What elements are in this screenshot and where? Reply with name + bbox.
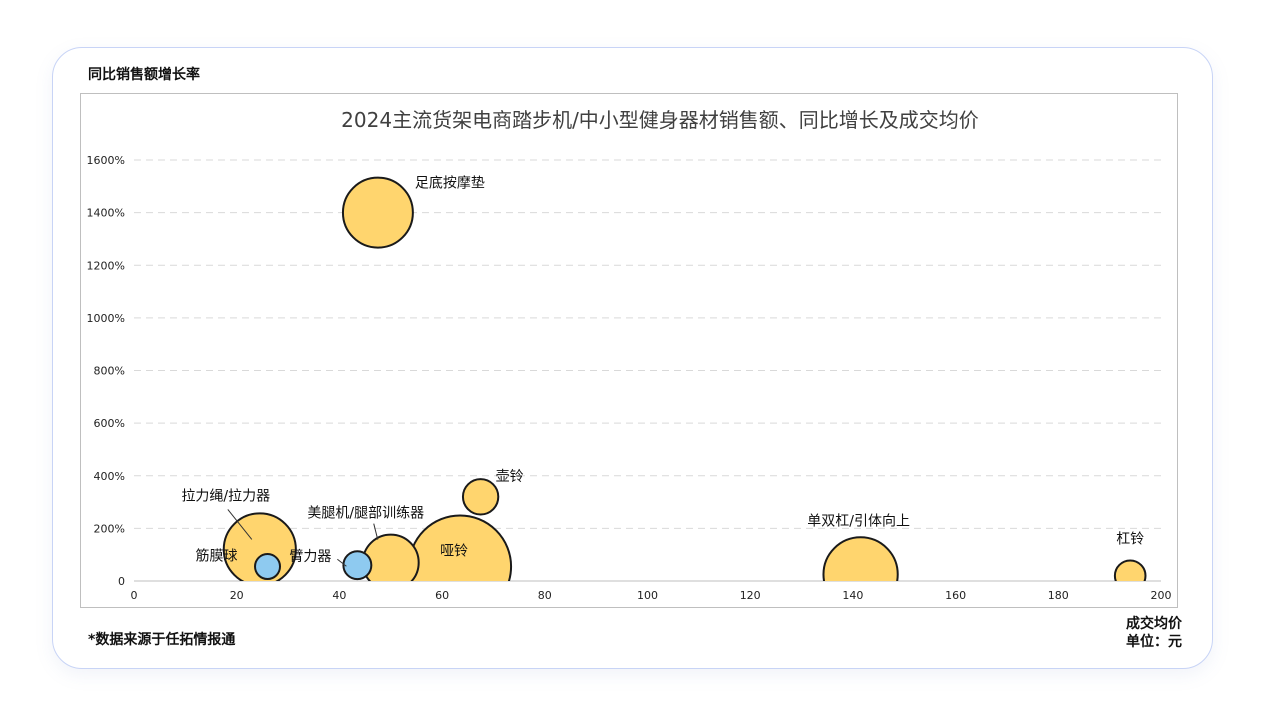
bubble-label: 臂力器 xyxy=(289,549,331,565)
x-axis-title-block: 成交均价 单位：元 xyxy=(1126,615,1182,651)
y-tick-label: 1400% xyxy=(87,207,125,220)
x-tick-label: 180 xyxy=(1048,589,1069,602)
y-tick-label: 0 xyxy=(118,575,125,588)
bubble xyxy=(408,514,513,581)
y-tick-label: 1600% xyxy=(87,154,125,167)
bubble-label: 筋膜球 xyxy=(196,548,238,565)
bubble-label: 壶铃 xyxy=(496,469,524,485)
source-note: *数据来源于任拓情报通 xyxy=(88,632,236,648)
gridlines xyxy=(134,159,1161,582)
y-tick-label: 600% xyxy=(94,417,125,430)
x-tick-label: 40 xyxy=(332,589,346,602)
bubble-chart: 2024主流货架电商踏步机/中小型健身器材销售额、同比增长及成交均价 0 200%… xyxy=(87,108,1172,602)
x-tick-label: 140 xyxy=(842,589,863,602)
leader-line xyxy=(373,523,379,540)
x-tick-label: 160 xyxy=(945,589,966,602)
y-axis-title: 同比销售额增长率 xyxy=(88,67,200,83)
unit-label: 单位：元 xyxy=(1126,634,1182,650)
chart-title: 2024主流货架电商踏步机/中小型健身器材销售额、同比增长及成交均价 xyxy=(341,108,979,132)
x-tick-label: 80 xyxy=(538,589,552,602)
bubble-label: 美腿机/腿部训练器 xyxy=(307,506,424,522)
y-tick-label: 1000% xyxy=(87,312,125,325)
y-tick-label: 200% xyxy=(94,522,125,535)
bubble-label: 拉力绳/拉力器 xyxy=(181,488,270,504)
bubbles xyxy=(222,176,1147,581)
bubble-label: 杠铃 xyxy=(1116,532,1144,548)
bubble-label: 单双杠/引体向上 xyxy=(807,513,910,529)
bubble-labels: 哑铃 单双杠/引体向上 拉力绳/拉力器 足底按摩垫美腿机/腿部训练器 壶铃杠铃臂力器 筋膜… xyxy=(181,175,1144,566)
y-tick-label: 400% xyxy=(94,470,125,483)
x-tick-label: 200 xyxy=(1151,589,1172,602)
bubble xyxy=(341,176,414,249)
bubble xyxy=(254,553,282,581)
bubble xyxy=(342,550,373,581)
x-axis-title: 成交均价 xyxy=(1126,616,1182,632)
y-tick-label: 1200% xyxy=(87,259,125,272)
x-tick-label: 0 xyxy=(131,589,138,602)
x-tick-label: 60 xyxy=(435,589,449,602)
y-tick-label: 800% xyxy=(94,365,125,378)
chart-frame: 2024主流货架电商踏步机/中小型健身器材销售额、同比增长及成交均价 0 200%… xyxy=(80,93,1178,608)
bubble-label: 足底按摩垫 xyxy=(415,175,485,192)
x-tick-label: 100 xyxy=(637,589,658,602)
bubble xyxy=(461,478,500,516)
bubble-label: 哑铃 xyxy=(440,544,468,560)
bubble xyxy=(1113,559,1147,581)
x-tick-label: 20 xyxy=(230,589,244,602)
x-tick-label: 120 xyxy=(740,589,761,602)
